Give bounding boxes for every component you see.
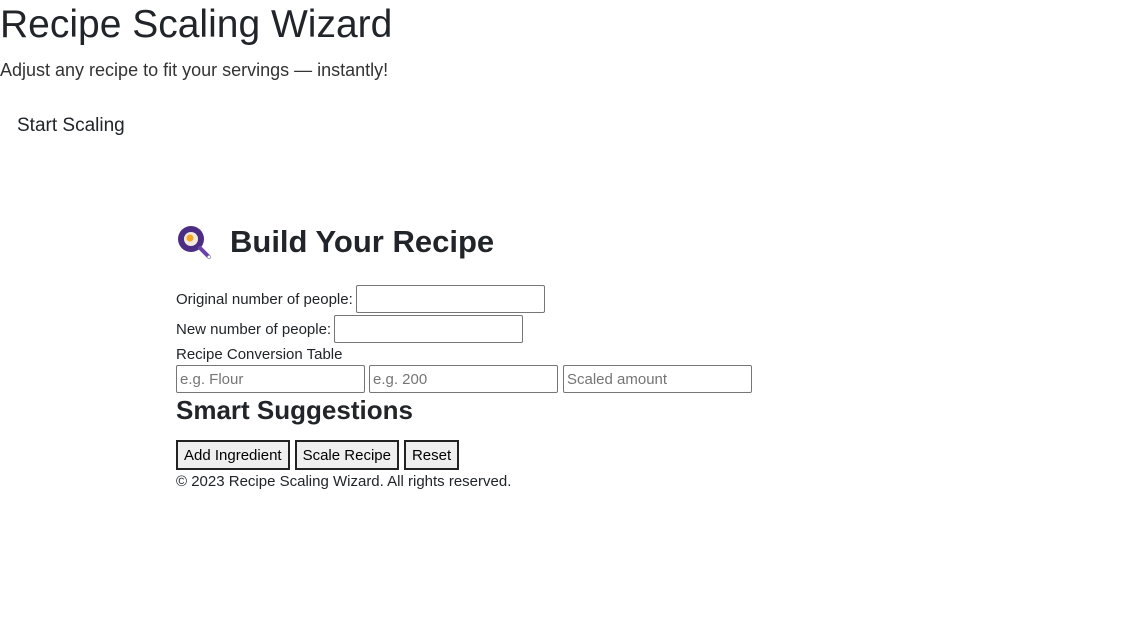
new-people-input[interactable] (334, 315, 524, 343)
new-people-label: New number of people: (176, 320, 332, 338)
ingredient-amount-input[interactable] (369, 365, 558, 393)
original-people-input[interactable] (355, 285, 545, 313)
original-people-label: Original number of people: (176, 290, 353, 308)
scale-recipe-button[interactable]: Scale Recipe (294, 440, 399, 470)
new-people-row: New number of people: (176, 314, 876, 344)
ingredient-name-input[interactable] (176, 365, 365, 393)
footer-copyright: © 2023 Recipe Scaling Wizard. All rights… (176, 473, 512, 490)
original-people-row: Original number of people: (176, 284, 876, 314)
recipe-builder: Build Your Recipe Original number of peo… (176, 222, 876, 490)
reset-button[interactable]: Reset (403, 440, 460, 470)
page-title: Recipe Scaling Wizard (0, 3, 393, 46)
frying-pan-egg-icon (178, 226, 211, 259)
conversion-table-caption: Recipe Conversion Table (176, 346, 343, 363)
action-buttons: Add Ingredient Scale Recipe Reset (176, 440, 876, 470)
smart-suggestions-heading: Smart Suggestions (176, 395, 413, 425)
builder-heading: Build Your Recipe (176, 222, 876, 262)
builder-title: Build Your Recipe (230, 224, 495, 259)
start-scaling-link[interactable]: Start Scaling (17, 115, 125, 137)
page-subtitle: Adjust any recipe to fit your servings —… (0, 60, 389, 80)
ingredient-row (176, 365, 876, 393)
scaled-amount-input[interactable] (563, 365, 752, 393)
add-ingredient-button[interactable]: Add Ingredient (176, 440, 290, 470)
